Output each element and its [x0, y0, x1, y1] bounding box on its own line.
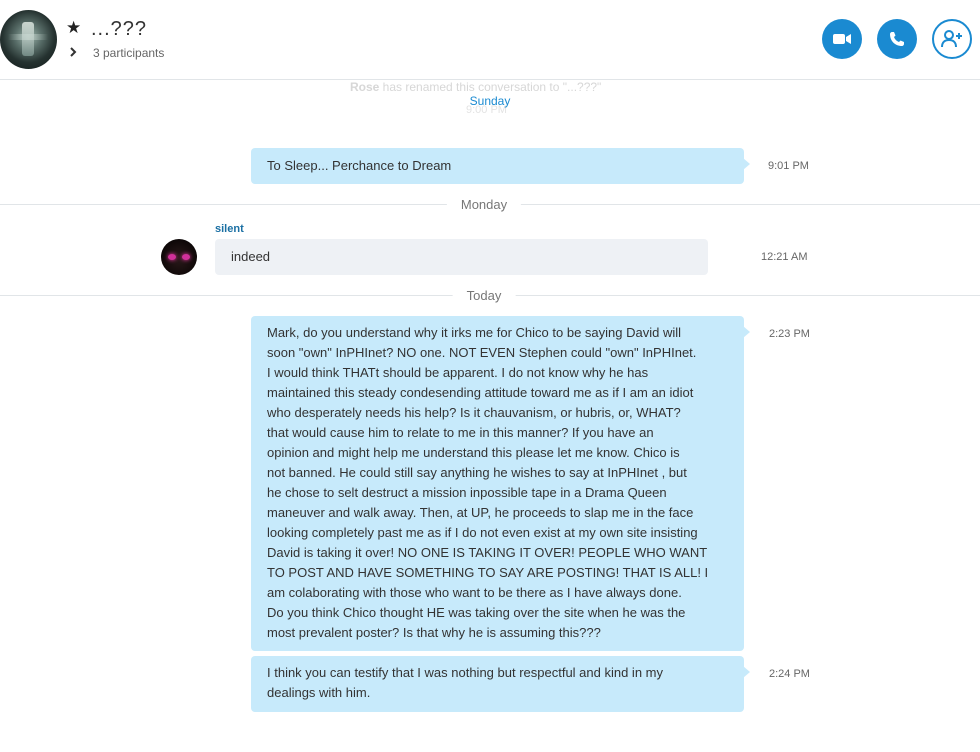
group-avatar[interactable]: [0, 10, 57, 69]
rename-notice: Rose has renamed this conversation to ".…: [350, 80, 601, 94]
conversation-header: ★ ...??? 3 participants: [0, 0, 980, 80]
conversation-title[interactable]: ...???: [91, 18, 147, 41]
sender-name[interactable]: silent: [215, 223, 244, 235]
message-text: indeed: [231, 249, 271, 264]
chevron-right-icon[interactable]: [68, 45, 78, 59]
message-time: 2:23 PM: [769, 328, 810, 340]
video-call-icon: [833, 34, 851, 44]
message-time: 12:21 AM: [761, 251, 808, 263]
participants-count[interactable]: 3 participants: [93, 46, 164, 60]
incoming-message[interactable]: indeed: [215, 239, 708, 275]
outgoing-message[interactable]: I think you can testify that I was nothi…: [251, 656, 750, 712]
day-label-today: Today: [452, 288, 516, 303]
rename-text: has renamed this conversation to "...???…: [379, 80, 602, 94]
day-label-monday: Monday: [446, 197, 522, 212]
message-time: 9:01 PM: [768, 160, 809, 172]
user-avatar[interactable]: [161, 239, 197, 275]
add-participant-icon: [941, 30, 962, 48]
day-label-sunday: Sunday: [469, 94, 511, 108]
message-text: Mark, do you understand why it irks me f…: [267, 325, 709, 640]
audio-call-icon: [890, 32, 904, 46]
message-time: 2:24 PM: [769, 668, 810, 680]
outgoing-message[interactable]: Mark, do you understand why it irks me f…: [251, 316, 750, 651]
add-participant-button[interactable]: [932, 19, 972, 59]
renamer-name: Rose: [350, 80, 380, 94]
message-text: I think you can testify that I was nothi…: [267, 665, 663, 700]
message-text: To Sleep... Perchance to Dream: [267, 158, 452, 173]
star-icon[interactable]: ★: [66, 19, 82, 36]
outgoing-message[interactable]: To Sleep... Perchance to Dream: [251, 148, 750, 184]
video-call-button[interactable]: [822, 19, 862, 59]
audio-call-button[interactable]: [877, 19, 917, 59]
